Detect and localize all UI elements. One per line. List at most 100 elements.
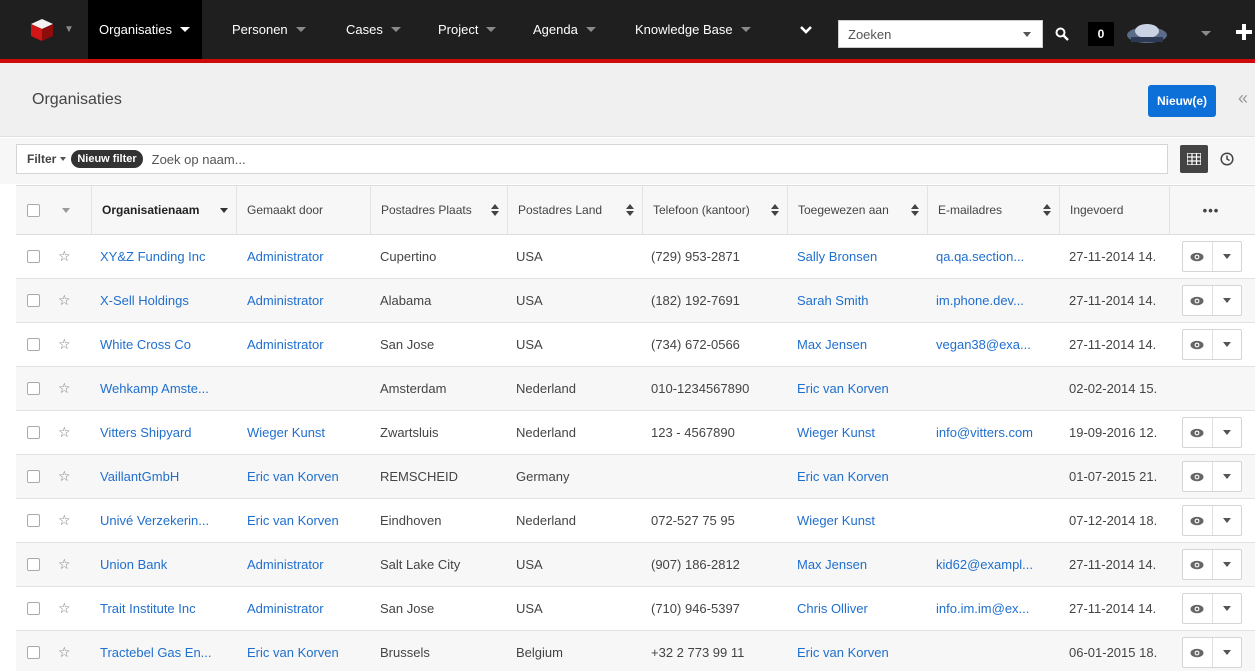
email-link[interactable]: info@vitters.com [936,411,1058,454]
created-by-link[interactable]: Administrator [247,323,367,366]
star-icon[interactable]: ☆ [58,631,71,671]
organisation-name-link[interactable]: Tractebel Gas En... [100,631,230,671]
created-by-link[interactable]: Eric van Korven [247,631,367,671]
name-search-input[interactable] [151,151,1052,167]
email-link[interactable]: info.im.im@ex... [936,587,1058,630]
assigned-to-link[interactable]: Chris Olliver [797,587,925,630]
history-button[interactable] [1213,145,1241,173]
star-icon[interactable]: ☆ [58,499,71,542]
nav-item-organisaties[interactable]: Organisaties [88,0,202,59]
organisation-name-link[interactable]: Union Bank [100,543,230,586]
column-header-organisatienaam[interactable]: Organisatienaam [92,186,237,234]
created-by-link[interactable]: Administrator [247,543,367,586]
created-by-link[interactable]: Administrator [247,279,367,322]
row-actions-dropdown[interactable] [1213,418,1242,447]
global-search-input[interactable] [839,26,1019,42]
row-checkbox[interactable] [27,514,40,527]
chevron-down-icon[interactable] [1201,31,1211,36]
chevron-down-icon[interactable] [62,207,70,213]
star-icon[interactable]: ☆ [58,587,71,630]
grid-view-button[interactable] [1180,145,1208,173]
organisation-name-link[interactable]: Univé Verzekerin... [100,499,230,542]
column-header-e-mailadres[interactable]: E-mailadres [928,186,1060,234]
created-by-link[interactable]: Eric van Korven [247,455,367,498]
row-checkbox[interactable] [27,558,40,571]
assigned-to-link[interactable]: Sally Bronsen [797,235,925,278]
row-actions-dropdown[interactable] [1213,462,1242,491]
email-link[interactable] [936,499,1058,542]
row-actions-dropdown[interactable] [1213,242,1242,271]
created-by-link[interactable]: Administrator [247,587,367,630]
row-actions-dropdown[interactable] [1213,638,1242,667]
star-icon[interactable]: ☆ [58,455,71,498]
row-checkbox[interactable] [27,602,40,615]
star-icon[interactable]: ☆ [58,543,71,586]
row-checkbox[interactable] [27,382,40,395]
column-header-telefoon[interactable]: Telefoon (kantoor) [643,186,788,234]
column-header-toegewezen-aan[interactable]: Toegewezen aan [788,186,928,234]
assigned-to-link[interactable]: Max Jensen [797,323,925,366]
assigned-to-link[interactable]: Eric van Korven [797,455,925,498]
email-link[interactable] [936,631,1058,671]
chevron-down-icon[interactable] [1023,31,1031,37]
organisation-name-link[interactable]: VaillantGmbH [100,455,230,498]
organisation-name-link[interactable]: X-Sell Holdings [100,279,230,322]
row-checkbox[interactable] [27,250,40,263]
row-actions-dropdown[interactable] [1213,594,1242,623]
nav-item-project[interactable]: Project [438,0,497,59]
assigned-to-link[interactable]: Sarah Smith [797,279,925,322]
organisation-name-link[interactable]: Trait Institute Inc [100,587,230,630]
app-menu-button[interactable]: ▼ [0,0,88,59]
email-link[interactable]: vegan38@exa... [936,323,1058,366]
created-by-link[interactable] [247,367,367,410]
created-by-link[interactable]: Wieger Kunst [247,411,367,454]
organisation-name-link[interactable]: White Cross Co [100,323,230,366]
email-link[interactable] [936,367,1058,410]
collapse-sidebar-icon[interactable]: « [1238,88,1248,109]
row-actions-dropdown[interactable] [1213,330,1242,359]
new-filter-tag[interactable]: Nieuw filter [71,150,143,168]
star-icon[interactable]: ☆ [58,279,71,322]
email-link[interactable]: im.phone.dev... [936,279,1058,322]
view-button[interactable] [1183,330,1213,359]
column-header-postadres-plaats[interactable]: Postadres Plaats [371,186,508,234]
row-checkbox[interactable] [27,646,40,659]
email-link[interactable] [936,455,1058,498]
row-checkbox[interactable] [27,294,40,307]
organisation-name-link[interactable]: Wehkamp Amste... [100,367,230,410]
view-button[interactable] [1183,594,1213,623]
nav-item-knowledge-base[interactable]: Knowledge Base [635,0,751,59]
view-button[interactable] [1183,550,1213,579]
avatar[interactable] [1125,17,1169,47]
row-actions-dropdown[interactable] [1213,506,1242,535]
row-checkbox[interactable] [27,426,40,439]
star-icon[interactable]: ☆ [58,235,71,278]
created-by-link[interactable]: Administrator [247,235,367,278]
select-all-checkbox[interactable] [27,203,40,217]
organisation-name-link[interactable]: XY&Z Funding Inc [100,235,230,278]
assigned-to-link[interactable]: Max Jensen [797,543,925,586]
column-header-postadres-land[interactable]: Postadres Land [508,186,643,234]
nav-item-personen[interactable]: Personen [232,0,306,59]
view-button[interactable] [1183,418,1213,447]
star-icon[interactable]: ☆ [58,411,71,454]
notification-counter[interactable]: 0 [1088,22,1114,46]
row-checkbox[interactable] [27,338,40,351]
view-button[interactable] [1183,506,1213,535]
column-options-icon[interactable]: ••• [1176,186,1246,234]
row-checkbox[interactable] [27,470,40,483]
add-button[interactable] [1234,20,1254,44]
email-link[interactable]: qa.qa.section... [936,235,1058,278]
row-actions-dropdown[interactable] [1213,286,1242,315]
organisation-name-link[interactable]: Vitters Shipyard [100,411,230,454]
assigned-to-link[interactable]: Wieger Kunst [797,499,925,542]
nav-item-cases[interactable]: Cases [346,0,401,59]
view-button[interactable] [1183,638,1213,667]
row-actions-dropdown[interactable] [1213,550,1242,579]
column-header-ingevoerd[interactable]: Ingevoerd [1060,186,1170,234]
nav-more-button[interactable] [786,0,826,59]
filter-dropdown[interactable]: Filter [17,152,67,166]
star-icon[interactable]: ☆ [58,367,71,410]
search-button[interactable] [1048,20,1076,48]
assigned-to-link[interactable]: Eric van Korven [797,631,925,671]
